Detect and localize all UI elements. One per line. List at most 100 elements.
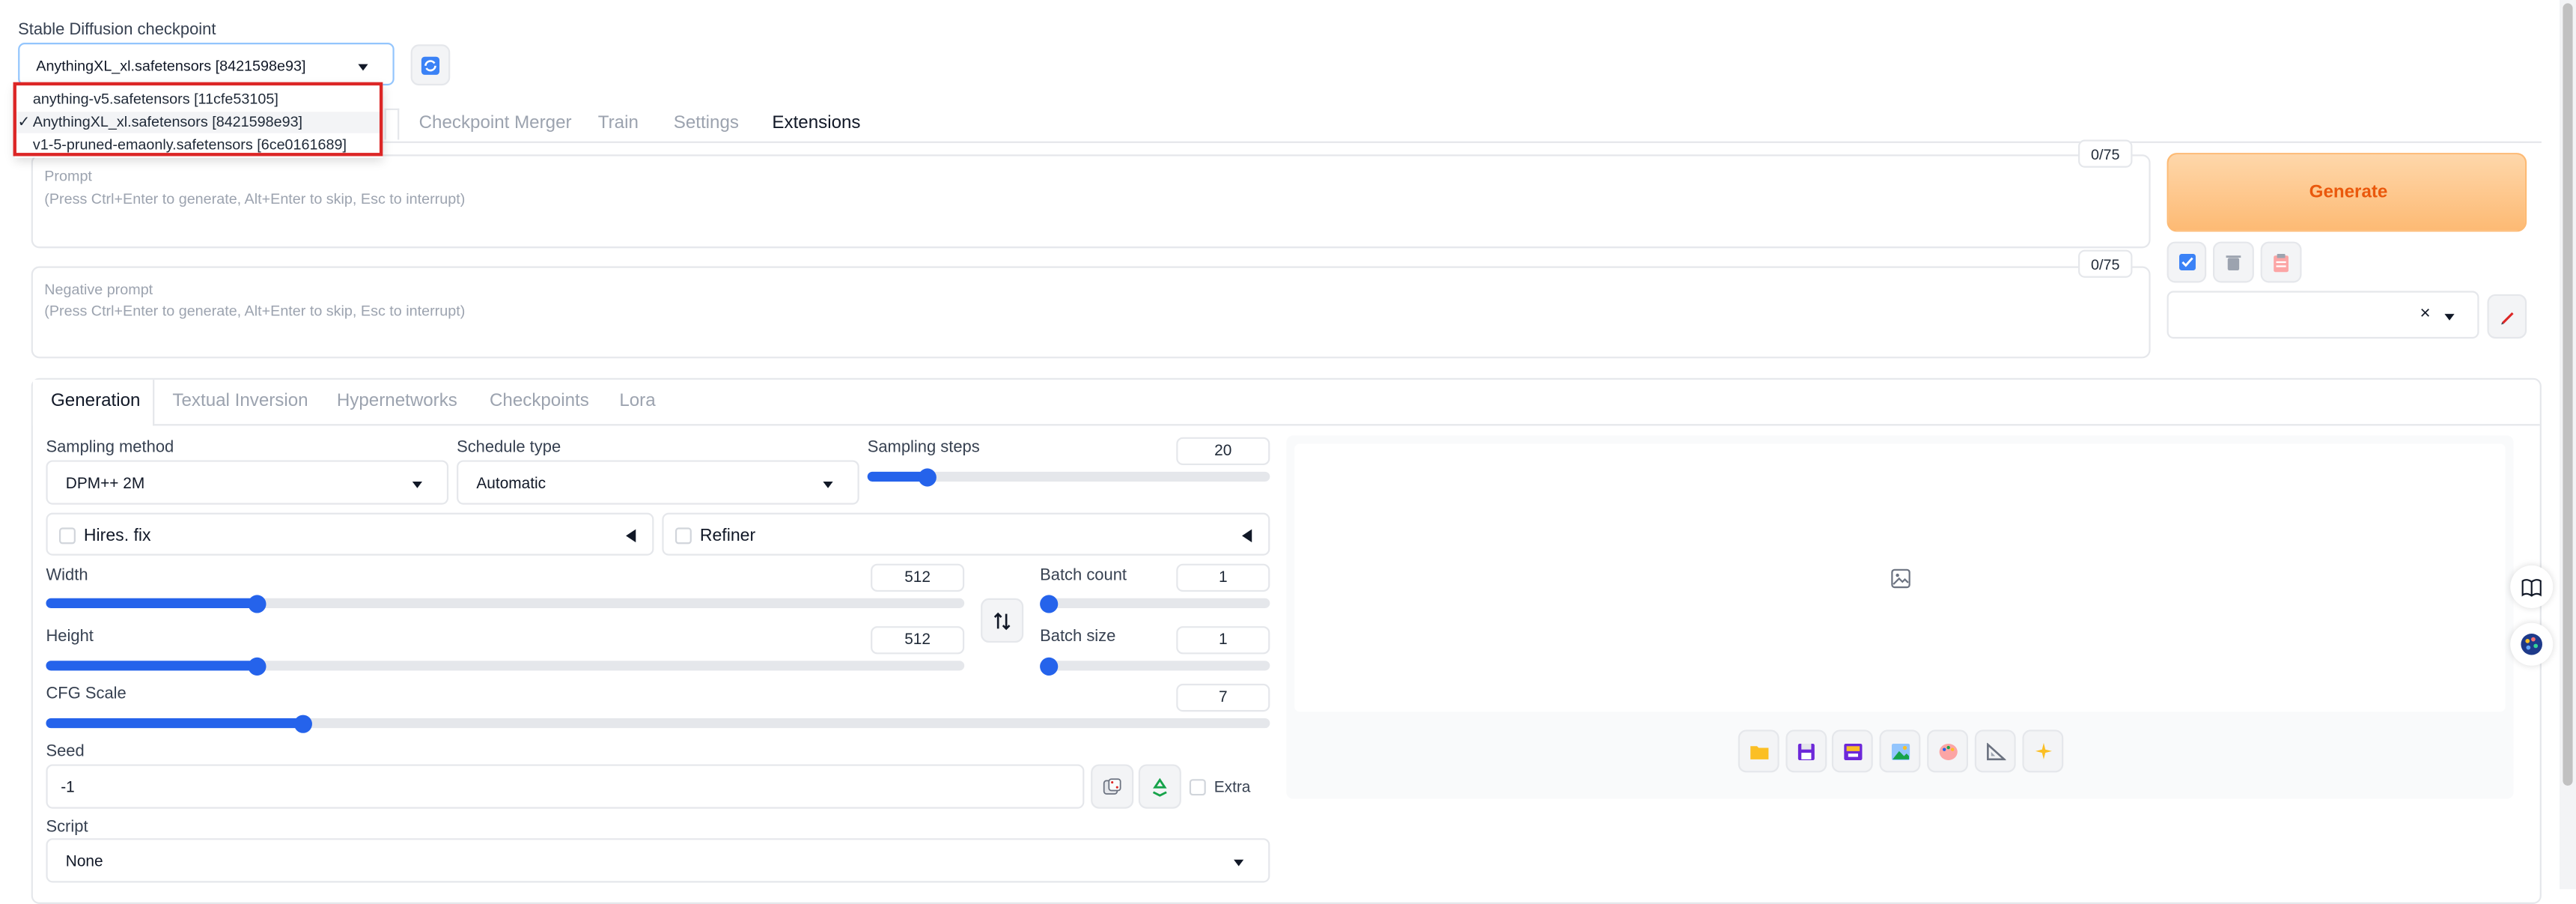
styles-dropdown[interactable]: × [2167, 291, 2479, 339]
batch-size-label: Batch size [1040, 628, 1116, 646]
chevron-down-icon [823, 481, 833, 488]
subtab-textual-inversion[interactable]: Textual Inversion [172, 391, 308, 410]
pencil-icon [2500, 312, 2513, 325]
clipboard-icon [2274, 252, 2289, 272]
refresh-checkpoint-button[interactable] [410, 44, 451, 86]
subtab-generation[interactable]: Generation [51, 391, 140, 410]
batch-count-label: Batch count [1040, 567, 1127, 586]
sampling-method-dropdown[interactable]: DPM++ 2M [46, 460, 449, 505]
interrupt-button[interactable] [2022, 729, 2064, 773]
subtab-divider [153, 424, 2540, 426]
scrollbar-thumb[interactable] [2563, 3, 2573, 786]
sampling-steps-label: Sampling steps [867, 438, 980, 458]
output-image-area[interactable] [1294, 443, 2506, 712]
schedule-type-dropdown[interactable]: Automatic [457, 460, 859, 505]
height-input[interactable]: 512 [871, 626, 965, 655]
slider-fill [46, 718, 303, 729]
edit-styles-button[interactable] [2487, 294, 2527, 339]
prompt-textarea[interactable]: Prompt (Press Ctrl+Enter to generate, Al… [31, 154, 2151, 249]
prompt-placeholder: (Press Ctrl+Enter to generate, Alt+Enter… [44, 190, 466, 207]
refiner-accordion[interactable]: Refiner [662, 512, 1270, 556]
prompt-label: Prompt [44, 167, 92, 184]
prompt-token-counter: 0/75 [2078, 139, 2133, 168]
slider-thumb[interactable] [1040, 656, 1059, 675]
subtab-checkpoints[interactable]: Checkpoints [490, 391, 589, 410]
save-button[interactable] [1785, 729, 1827, 773]
open-folder-button[interactable] [1738, 729, 1779, 773]
floppy-icon [1797, 742, 1815, 759]
send-to-extras-button[interactable] [1974, 729, 2016, 773]
refiner-checkbox[interactable] [675, 527, 692, 544]
schedule-type-value: Automatic [476, 475, 546, 494]
send-to-img2img-button[interactable] [1879, 729, 1921, 773]
page-scrollbar[interactable] [2560, 0, 2576, 890]
schedule-type-label: Schedule type [457, 438, 561, 458]
clear-prompt-button[interactable] [2212, 241, 2254, 283]
cfg-scale-label: CFG Scale [46, 685, 127, 704]
hires-fix-checkbox[interactable] [59, 527, 76, 544]
width-label: Width [46, 567, 88, 586]
zip-button[interactable] [1831, 729, 1873, 773]
clear-icon[interactable]: × [2420, 304, 2430, 324]
theme-button[interactable] [2510, 622, 2554, 666]
extra-seed-checkbox[interactable] [1189, 779, 1206, 796]
slider-thumb[interactable] [293, 714, 312, 732]
checkpoint-label: Stable Diffusion checkpoint [18, 21, 216, 40]
image-placeholder-icon [1891, 568, 1910, 589]
collapse-arrow-icon[interactable] [626, 529, 636, 543]
slider-thumb[interactable] [1040, 594, 1059, 613]
sampling-steps-input[interactable]: 20 [1176, 437, 1270, 466]
negative-prompt-textarea[interactable]: Negative prompt (Press Ctrl+Enter to gen… [31, 266, 2151, 359]
palette-icon [2521, 633, 2542, 655]
chevron-down-icon [412, 481, 422, 488]
refresh-icon [421, 55, 440, 74]
swap-arrows-icon [993, 611, 1011, 630]
chevron-down-icon [358, 64, 368, 71]
generate-button-label: Generate [2309, 182, 2388, 202]
sampling-method-label: Sampling method [46, 438, 174, 458]
width-input[interactable]: 512 [871, 563, 965, 592]
tab-extensions[interactable]: Extensions [772, 113, 860, 133]
batch-size-input[interactable]: 1 [1176, 626, 1270, 655]
cfg-scale-input[interactable]: 7 [1176, 683, 1270, 712]
triangle-ruler-icon [1985, 741, 2006, 760]
checkpoint-dropdown[interactable]: AnythingXL_xl.safetensors [8421598e93] [18, 43, 395, 86]
negative-prompt-placeholder: (Press Ctrl+Enter to generate, Alt+Enter… [44, 302, 466, 319]
script-value: None [65, 852, 103, 872]
slider-fill [46, 661, 258, 671]
tab-settings[interactable]: Settings [674, 113, 739, 133]
tab-train[interactable]: Train [598, 113, 639, 133]
folder-icon [1750, 745, 1768, 759]
subtab-lora[interactable]: Lora [619, 391, 655, 410]
hires-fix-accordion[interactable]: Hires. fix [46, 512, 654, 556]
style-clipboard-button[interactable] [2260, 241, 2302, 283]
swap-dimensions-button[interactable] [981, 598, 1024, 643]
collapse-arrow-icon[interactable] [1242, 529, 1252, 543]
archive-icon [1843, 742, 1862, 759]
chevron-down-icon [1234, 859, 1244, 867]
generate-button[interactable]: Generate [2167, 153, 2527, 232]
picture-icon [1890, 742, 1910, 759]
highlight-annotation-box [13, 82, 383, 157]
book-icon [2521, 578, 2542, 596]
slider-track[interactable] [1040, 598, 1270, 608]
slider-track[interactable] [1040, 661, 1270, 671]
refiner-label: Refiner [699, 526, 756, 546]
seed-input[interactable]: -1 [46, 764, 1085, 809]
random-seed-button[interactable] [1091, 764, 1134, 809]
slider-fill [46, 598, 258, 608]
active-tab-edge [384, 108, 400, 140]
docs-button[interactable] [2510, 565, 2554, 608]
read-params-button[interactable] [2167, 241, 2207, 283]
send-to-inpaint-button[interactable] [1927, 729, 1969, 773]
script-dropdown[interactable]: None [46, 838, 1270, 883]
reuse-seed-button[interactable] [1138, 764, 1181, 809]
hires-fix-label: Hires. fix [83, 526, 151, 546]
script-label: Script [46, 818, 88, 837]
checkpoint-selected-value: AnythingXL_xl.safetensors [8421598e93] [36, 57, 306, 74]
subtab-hypernetworks[interactable]: Hypernetworks [337, 391, 457, 410]
sampling-method-value: DPM++ 2M [65, 475, 145, 494]
tab-checkpoint-merger[interactable]: Checkpoint Merger [419, 113, 572, 133]
recycle-icon [1152, 777, 1167, 796]
batch-count-input[interactable]: 1 [1176, 563, 1270, 592]
